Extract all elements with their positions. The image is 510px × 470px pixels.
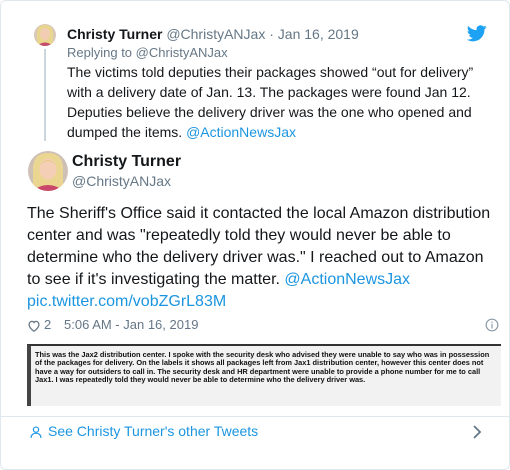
info-icon[interactable] — [485, 318, 499, 332]
replying-to-handle[interactable]: @ChristyANJax — [136, 45, 228, 60]
reply-avatar[interactable] — [34, 24, 56, 46]
footer-divider — [1, 416, 510, 417]
embedded-tweet-card: Christy Turner @ChristyANJax · Jan 16, 2… — [0, 0, 510, 470]
see-other-tweets-link[interactable]: See Christy Turner's other Tweets — [48, 423, 258, 439]
thread-connector — [44, 49, 46, 141]
reply-author-name[interactable]: Christy Turner — [67, 26, 162, 42]
reply-tweet-text: The victims told deputies their packages… — [67, 62, 497, 142]
main-author-handle[interactable]: @ChristyANJax — [72, 173, 171, 189]
main-mention-link[interactable]: @ActionNewsJax — [284, 271, 410, 288]
replying-to-label: Replying to — [67, 45, 133, 60]
twitter-bird-icon[interactable] — [467, 25, 487, 42]
main-avatar[interactable] — [28, 151, 68, 191]
reply-author-handle[interactable]: @ChristyANJax — [166, 26, 265, 42]
main-body: The Sheriff's Office said it contacted t… — [27, 205, 491, 288]
chevron-right-icon[interactable] — [472, 425, 482, 439]
replying-to: Replying to @ChristyANJax — [67, 45, 228, 60]
attached-image-text: This was the Jax2 distribution center. I… — [35, 350, 490, 384]
reply-date[interactable]: Jan 16, 2019 — [278, 26, 359, 42]
heart-icon[interactable] — [27, 319, 41, 333]
person-icon — [30, 426, 42, 438]
main-tweet-text: The Sheriff's Office said it contacted t… — [27, 203, 501, 313]
pic-link[interactable]: pic.twitter.com/vobZGrL83M — [27, 293, 226, 310]
reply-header: Christy Turner @ChristyANJax · Jan 16, 2… — [67, 26, 359, 42]
attached-image[interactable]: This was the Jax2 distribution center. I… — [27, 344, 501, 406]
tweet-timestamp[interactable]: 5:06 AM - Jan 16, 2019 — [64, 317, 198, 332]
like-count[interactable]: 2 — [44, 317, 51, 332]
reply-separator: · — [265, 26, 278, 42]
reply-mention-link[interactable]: @ActionNewsJax — [186, 124, 296, 140]
main-author-name[interactable]: Christy Turner — [72, 153, 181, 171]
